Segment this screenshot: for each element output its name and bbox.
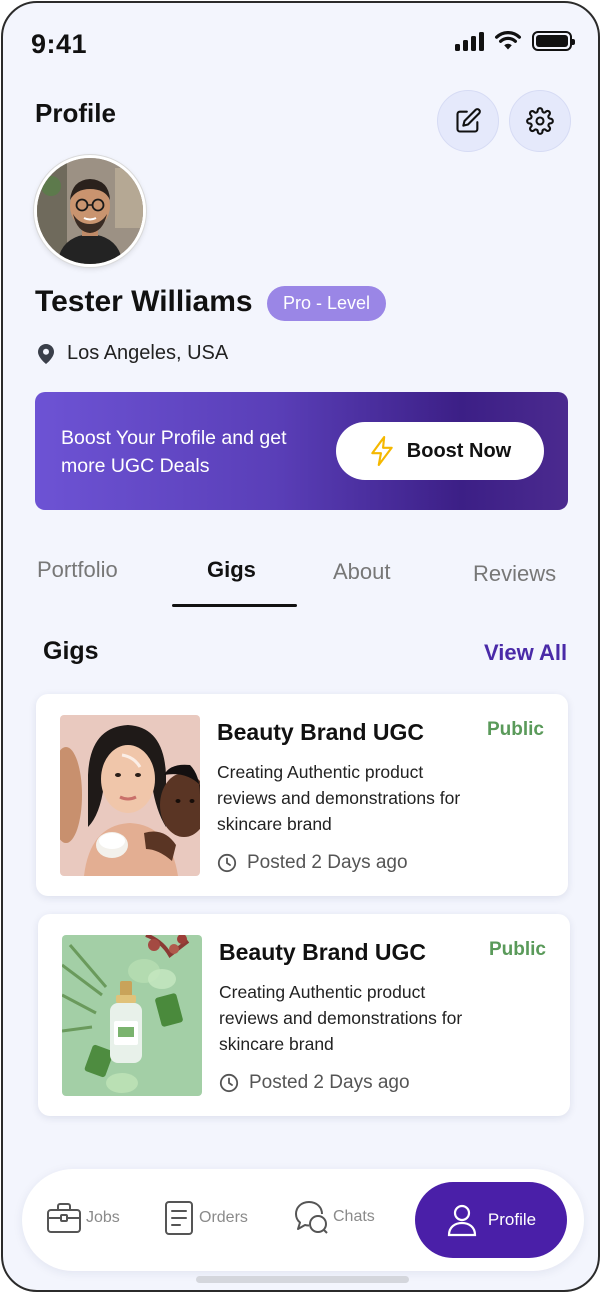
boost-text: Boost Your Profile and get more UGC Deal… xyxy=(61,427,287,477)
boost-now-label: Boost Now xyxy=(406,439,512,462)
clock-icon xyxy=(217,853,237,873)
nav-item-profile[interactable]: Profile xyxy=(415,1182,567,1258)
gig-posted-text: Posted 2 Days ago xyxy=(247,852,408,873)
nav-item-orders[interactable]: Orders xyxy=(163,1200,248,1236)
cellular-signal-icon xyxy=(455,31,484,51)
tab-gigs[interactable]: Gigs xyxy=(207,557,256,583)
battery-icon xyxy=(532,31,575,51)
document-icon xyxy=(165,1201,193,1235)
boost-now-button[interactable]: Boost Now xyxy=(336,422,544,480)
edit-profile-button[interactable] xyxy=(437,90,499,152)
tab-about[interactable]: About xyxy=(333,559,391,585)
chat-bubbles-icon xyxy=(295,1201,328,1234)
bottom-navigation: Jobs Orders Chats Profile xyxy=(22,1169,584,1271)
gig-thumbnail-image xyxy=(60,715,200,876)
gig-card[interactable]: Beauty Brand UGC Public Creating Authent… xyxy=(38,914,570,1116)
nav-orders-label: Orders xyxy=(199,1209,248,1226)
tab-portfolio[interactable]: Portfolio xyxy=(37,557,118,583)
nav-jobs-label: Jobs xyxy=(86,1209,120,1226)
level-badge: Pro - Level xyxy=(267,286,387,321)
wifi-icon xyxy=(495,31,521,50)
location: Los Angeles, USA xyxy=(37,342,228,365)
gig-card[interactable]: Beauty Brand UGC Public Creating Authent… xyxy=(36,694,568,896)
gear-icon xyxy=(526,107,554,135)
gig-thumbnail-image xyxy=(62,935,202,1096)
gigs-section-title: Gigs xyxy=(43,637,99,665)
gig-posted-time: Posted 2 Days ago xyxy=(217,852,408,874)
nav-profile-label: Profile xyxy=(487,1210,537,1229)
user-name: Tester Williams xyxy=(35,285,253,318)
user-icon xyxy=(447,1204,477,1237)
page-title: Profile xyxy=(35,98,116,128)
boost-banner: Boost Your Profile and get more UGC Deal… xyxy=(35,392,568,510)
gig-title: Beauty Brand UGC xyxy=(219,939,427,965)
active-tab-indicator xyxy=(172,604,297,607)
edit-icon xyxy=(456,108,481,133)
home-indicator xyxy=(196,1276,409,1283)
nav-item-chats[interactable]: Chats xyxy=(293,1199,375,1235)
avatar[interactable] xyxy=(34,155,146,267)
status-time: 9:41 xyxy=(31,29,88,59)
lightning-icon xyxy=(371,436,393,466)
gig-status-badge: Public xyxy=(486,719,544,740)
location-pin-icon xyxy=(38,343,54,364)
phone-frame: 9:41 Profile Tester Williams Pro - Level… xyxy=(1,1,600,1292)
location-text: Los Angeles, USA xyxy=(67,342,229,364)
gig-title: Beauty Brand UGC xyxy=(217,719,425,745)
gig-description: Creating Authentic product reviews and d… xyxy=(217,762,461,834)
briefcase-icon xyxy=(47,1203,81,1233)
nav-item-jobs[interactable]: Jobs xyxy=(46,1202,120,1234)
status-icons xyxy=(455,31,575,51)
tab-reviews[interactable]: Reviews xyxy=(473,561,556,587)
view-all-link[interactable]: View All xyxy=(484,640,567,666)
gig-description: Creating Authentic product reviews and d… xyxy=(219,982,463,1054)
gig-posted-text: Posted 2 Days ago xyxy=(249,1072,410,1093)
clock-icon xyxy=(219,1073,239,1093)
settings-button[interactable] xyxy=(509,90,571,152)
gig-status-badge: Public xyxy=(488,939,546,960)
gig-posted-time: Posted 2 Days ago xyxy=(219,1072,410,1094)
nav-chats-label: Chats xyxy=(333,1208,375,1225)
